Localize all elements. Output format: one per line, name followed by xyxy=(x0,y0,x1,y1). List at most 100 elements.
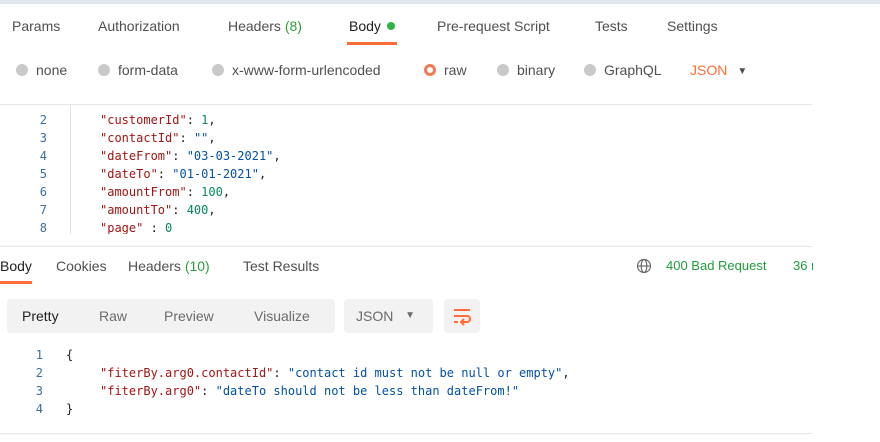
response-tab-test-results[interactable]: Test Results xyxy=(243,250,319,282)
tab-params[interactable]: Params xyxy=(12,8,60,44)
pretty-button[interactable]: Pretty xyxy=(22,299,59,333)
json-punct: , xyxy=(273,149,281,163)
radio-graphql-label: GraphQL xyxy=(604,62,662,78)
json-punct: , xyxy=(208,113,216,127)
code-text: "dateFrom": "03-03-2021", xyxy=(100,147,281,165)
json-punct: : xyxy=(273,366,288,380)
response-tab-headers[interactable]: Headers (10) xyxy=(128,250,210,282)
tab-authorization[interactable]: Authorization xyxy=(98,8,180,44)
line-number: 7 xyxy=(39,203,47,217)
json-key: "dateFrom" xyxy=(100,149,173,163)
line-number: 2 xyxy=(39,113,47,127)
preview-button[interactable]: Preview xyxy=(164,299,214,333)
visualize-button[interactable]: Visualize xyxy=(254,299,310,333)
json-value: "contact id must not be null or empty" xyxy=(287,366,563,380)
radio-form-data-icon xyxy=(98,64,110,76)
json-value: "" xyxy=(193,131,209,145)
status-badge[interactable]: 400 Bad Request xyxy=(666,250,766,282)
radio-binary-label: binary xyxy=(517,62,556,78)
caret-down-icon: ▼ xyxy=(737,66,748,77)
globe-icon[interactable] xyxy=(636,258,652,274)
code-text: { xyxy=(66,346,73,364)
line-number: 3 xyxy=(35,384,43,398)
gutter-separator xyxy=(70,105,71,234)
code-text: "fiterBy.arg0.contactId": "contact id mu… xyxy=(100,364,570,382)
json-value: "01-01-2021" xyxy=(172,167,259,181)
radio-urlencoded[interactable]: x-www-form-urlencoded xyxy=(212,56,381,84)
json-punct: : xyxy=(143,221,166,234)
json-punct: , xyxy=(562,366,570,380)
response-body-viewer[interactable]: 1 {2 "fiterBy.arg0.contactId": "contact id… xyxy=(0,342,812,426)
line-number: 4 xyxy=(35,402,43,416)
raw-button[interactable]: Raw xyxy=(99,299,127,333)
radio-none-label: none xyxy=(36,62,68,78)
radio-binary[interactable]: binary xyxy=(497,56,555,84)
radio-binary-icon xyxy=(497,64,509,76)
wrap-lines-button[interactable] xyxy=(444,299,480,333)
tab-body-label: Body xyxy=(349,18,381,34)
json-punct: : xyxy=(186,113,202,127)
tab-headers[interactable]: Headers (8) xyxy=(228,8,302,44)
code-text: "contactId": "", xyxy=(100,129,216,147)
radio-raw[interactable]: raw xyxy=(424,56,467,84)
response-tab-headers-count: (10) xyxy=(184,258,210,274)
radio-form-data-label: form-data xyxy=(118,62,178,78)
response-tabs: Body Cookies Headers (10) Test Results 4… xyxy=(0,250,880,284)
radio-graphql[interactable]: GraphQL xyxy=(584,56,662,84)
json-key: "dateTo" xyxy=(100,167,158,181)
tab-body[interactable]: Body xyxy=(347,8,397,45)
top-border xyxy=(0,0,880,4)
caret-down-icon: ▼ xyxy=(405,310,415,321)
code-text: "page" : 0 xyxy=(100,219,172,234)
bottom-divider xyxy=(0,433,812,434)
line-number: 4 xyxy=(39,149,47,163)
line-number: 8 xyxy=(39,221,47,234)
line-number: 2 xyxy=(35,366,43,380)
tab-tests[interactable]: Tests xyxy=(595,8,628,44)
radio-urlencoded-label: x-www-form-urlencoded xyxy=(232,62,381,78)
json-key: "fiterBy.arg0.contactId" xyxy=(100,366,274,380)
tab-pre-request-script[interactable]: Pre-request Script xyxy=(437,8,550,44)
response-format-value: JSON xyxy=(356,308,394,324)
body-language-select[interactable]: JSON ▼ xyxy=(690,56,747,84)
tab-settings[interactable]: Settings xyxy=(667,8,718,44)
json-punct: , xyxy=(208,131,216,145)
response-tab-cookies[interactable]: Cookies xyxy=(56,250,107,282)
wrap-lines-icon xyxy=(454,309,471,326)
json-value: "dateTo should not be less than dateFrom… xyxy=(215,384,520,398)
line-number: 1 xyxy=(35,348,43,362)
json-value: 400 xyxy=(186,203,209,217)
json-punct: , xyxy=(258,167,267,181)
json-key: "amountFrom" xyxy=(100,185,187,199)
code-text: "fiterBy.arg0": "dateTo should not be le… xyxy=(100,382,519,400)
request-body-editor[interactable]: 2 "customerId": 1, 3 "contactId": "", 4 "date… xyxy=(0,104,812,234)
body-language-value: JSON xyxy=(690,62,728,78)
json-punct: , xyxy=(222,185,231,199)
response-view-modes: Pretty Raw Preview Visualize xyxy=(7,299,335,333)
radio-raw-selected-icon xyxy=(424,64,436,76)
json-value: "03-03-2021" xyxy=(186,149,274,163)
response-format-select[interactable]: JSON ▼ xyxy=(344,299,433,333)
radio-form-data[interactable]: form-data xyxy=(98,56,178,84)
json-brace: { xyxy=(66,348,74,362)
tab-tests-label: Tests xyxy=(595,18,628,34)
json-punct: : xyxy=(201,384,216,398)
radio-none[interactable]: none xyxy=(16,56,67,84)
pane-divider[interactable] xyxy=(0,246,812,247)
radio-raw-label: raw xyxy=(444,62,467,78)
json-key: "contactId" xyxy=(100,131,180,145)
response-tab-body[interactable]: Body xyxy=(0,250,32,284)
json-value: 0 xyxy=(165,221,173,234)
radio-graphql-icon xyxy=(584,64,596,76)
body-type-options: none form-data x-www-form-urlencoded raw… xyxy=(0,56,880,84)
json-key: "customerId" xyxy=(100,113,187,127)
json-key: "amountTo" xyxy=(100,203,173,217)
code-text: } xyxy=(66,400,73,418)
json-key: "fiterBy.arg0" xyxy=(100,384,202,398)
json-punct: , xyxy=(208,203,216,217)
tab-headers-label: Headers xyxy=(228,18,281,34)
modified-dot-icon xyxy=(386,22,395,30)
radio-urlencoded-icon xyxy=(212,64,224,76)
tab-headers-count: (8) xyxy=(284,18,302,34)
response-time[interactable]: 36 ms xyxy=(793,250,813,282)
